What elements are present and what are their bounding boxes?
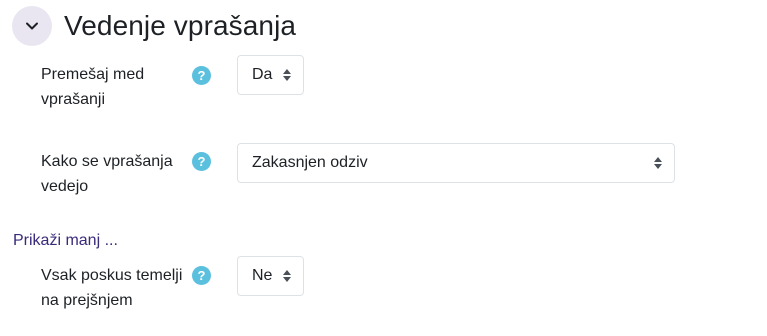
shuffle-label: Premešaj med vprašanji — [41, 66, 145, 108]
question-circle-icon[interactable]: ? — [192, 152, 211, 171]
shuffle-value: Da — [252, 66, 273, 83]
question-circle-icon[interactable]: ? — [192, 66, 211, 85]
select-arrows-icon — [654, 157, 662, 169]
attempt-select[interactable]: Ne — [237, 256, 304, 296]
behaviour-label: Kako se vprašanja vedejo — [41, 153, 173, 195]
show-less-link[interactable]: Prikaži manj ... — [13, 232, 118, 250]
section-title: Vedenje vprašanja — [64, 10, 297, 41]
question-behaviour-section: Vedenje vprašanja Premešaj med vprašanji… — [0, 0, 767, 336]
attempt-label: Vsak poskus temelji na prejšnjem — [41, 267, 183, 309]
shuffle-select[interactable]: Da — [237, 55, 304, 95]
section-header: Vedenje vprašanja — [12, 6, 296, 46]
select-arrows-icon — [283, 270, 291, 282]
question-circle-icon[interactable]: ? — [192, 266, 211, 285]
select-arrows-icon — [283, 69, 291, 81]
collapse-toggle-button[interactable] — [12, 6, 52, 46]
behaviour-value: Zakasnjen odziv — [252, 154, 368, 171]
chevron-down-icon — [26, 22, 38, 30]
behaviour-select[interactable]: Zakasnjen odziv — [237, 143, 675, 183]
attempt-value: Ne — [252, 267, 273, 284]
